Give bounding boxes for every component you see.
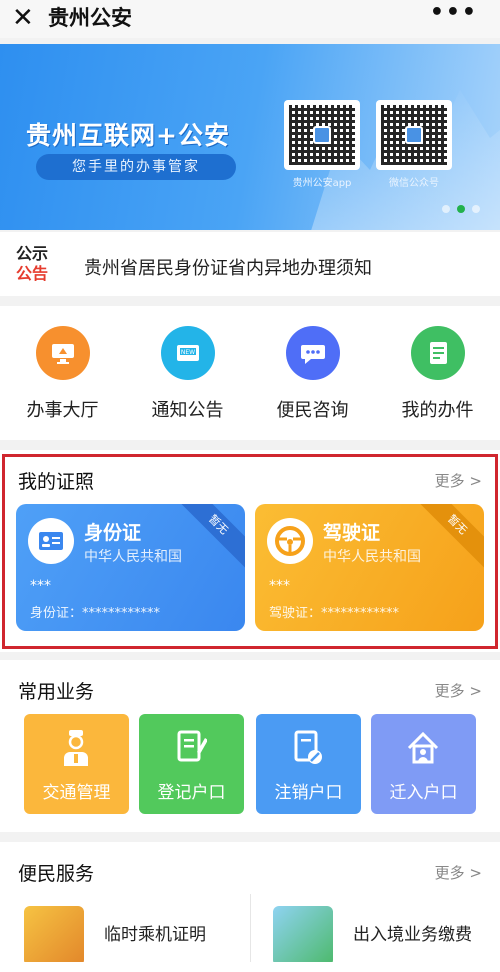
carousel-dot-active[interactable] [457,205,465,213]
more-menu-icon[interactable]: ••• [430,0,478,25]
shortcut-notices[interactable]: NEW 通知公告 [125,326,250,422]
highlight-frame [2,454,498,649]
close-icon[interactable]: ✕ [12,3,34,33]
announcement-text[interactable]: 贵州省居民身份证省内异地办理须知 [84,254,372,280]
banner-slogan: 您手里的办事管家 [36,154,236,180]
service-move-in-hukou[interactable]: 迁入户口 [371,714,476,814]
announcement-bar[interactable]: 公示 公告 贵州省居民身份证省内异地办理须知 [0,232,500,296]
carousel-dot[interactable] [472,205,480,213]
house-person-icon [407,731,439,764]
shortcut-service-hall[interactable]: 办事大厅 [0,326,125,422]
exit-entry-payment-icon [273,906,333,966]
qr-code-wechat [376,100,452,170]
chat-icon [285,326,340,380]
document-icon [410,326,465,380]
qr-label-wechat: 微信公众号 [389,178,439,189]
cancel-document-icon [294,730,322,764]
quick-shortcuts: 办事大厅 NEW 通知公告 便民咨询 我的办件 [0,306,500,440]
service-cancel-hukou[interactable]: 注销户口 [256,714,361,814]
news-icon: NEW [160,326,215,380]
bottom-tab-bar[interactable] [0,962,500,972]
carousel-dot[interactable] [442,205,450,213]
banner-headline: 贵州互联网+公安 [26,121,230,150]
qr-label-app: 贵州公安app [292,178,352,189]
service-register-hukou[interactable]: 登记户口 [139,714,244,814]
page-title: 贵州公安 [48,6,132,30]
svg-text:NEW: NEW [180,349,194,356]
monitor-icon [35,326,90,380]
qr-code-app [284,100,360,170]
service-traffic-management[interactable]: 交通管理 [24,714,129,814]
boarding-certificate-icon [24,906,84,966]
promo-banner[interactable]: 贵州互联网+公安 您手里的办事管家 贵州公安app 微信公众号 [0,44,500,230]
shortcut-my-cases[interactable]: 我的办件 [375,326,500,422]
top-bar: ✕ 贵州公安 ••• [0,0,500,38]
common-services-more-link[interactable]: 更多 > [435,680,482,701]
police-logo-icon [313,126,331,144]
convenience-title: 便民服务 [18,863,95,885]
police-officer-icon [64,730,88,766]
announcement-tag: 公示 公告 [16,244,49,283]
common-services-title: 常用业务 [18,681,95,703]
register-book-icon [177,730,207,762]
shortcut-consult[interactable]: 便民咨询 [250,326,375,422]
convenience-more-link[interactable]: 更多 > [435,862,482,883]
police-logo-icon [405,126,423,144]
carousel-dots[interactable] [435,198,480,217]
